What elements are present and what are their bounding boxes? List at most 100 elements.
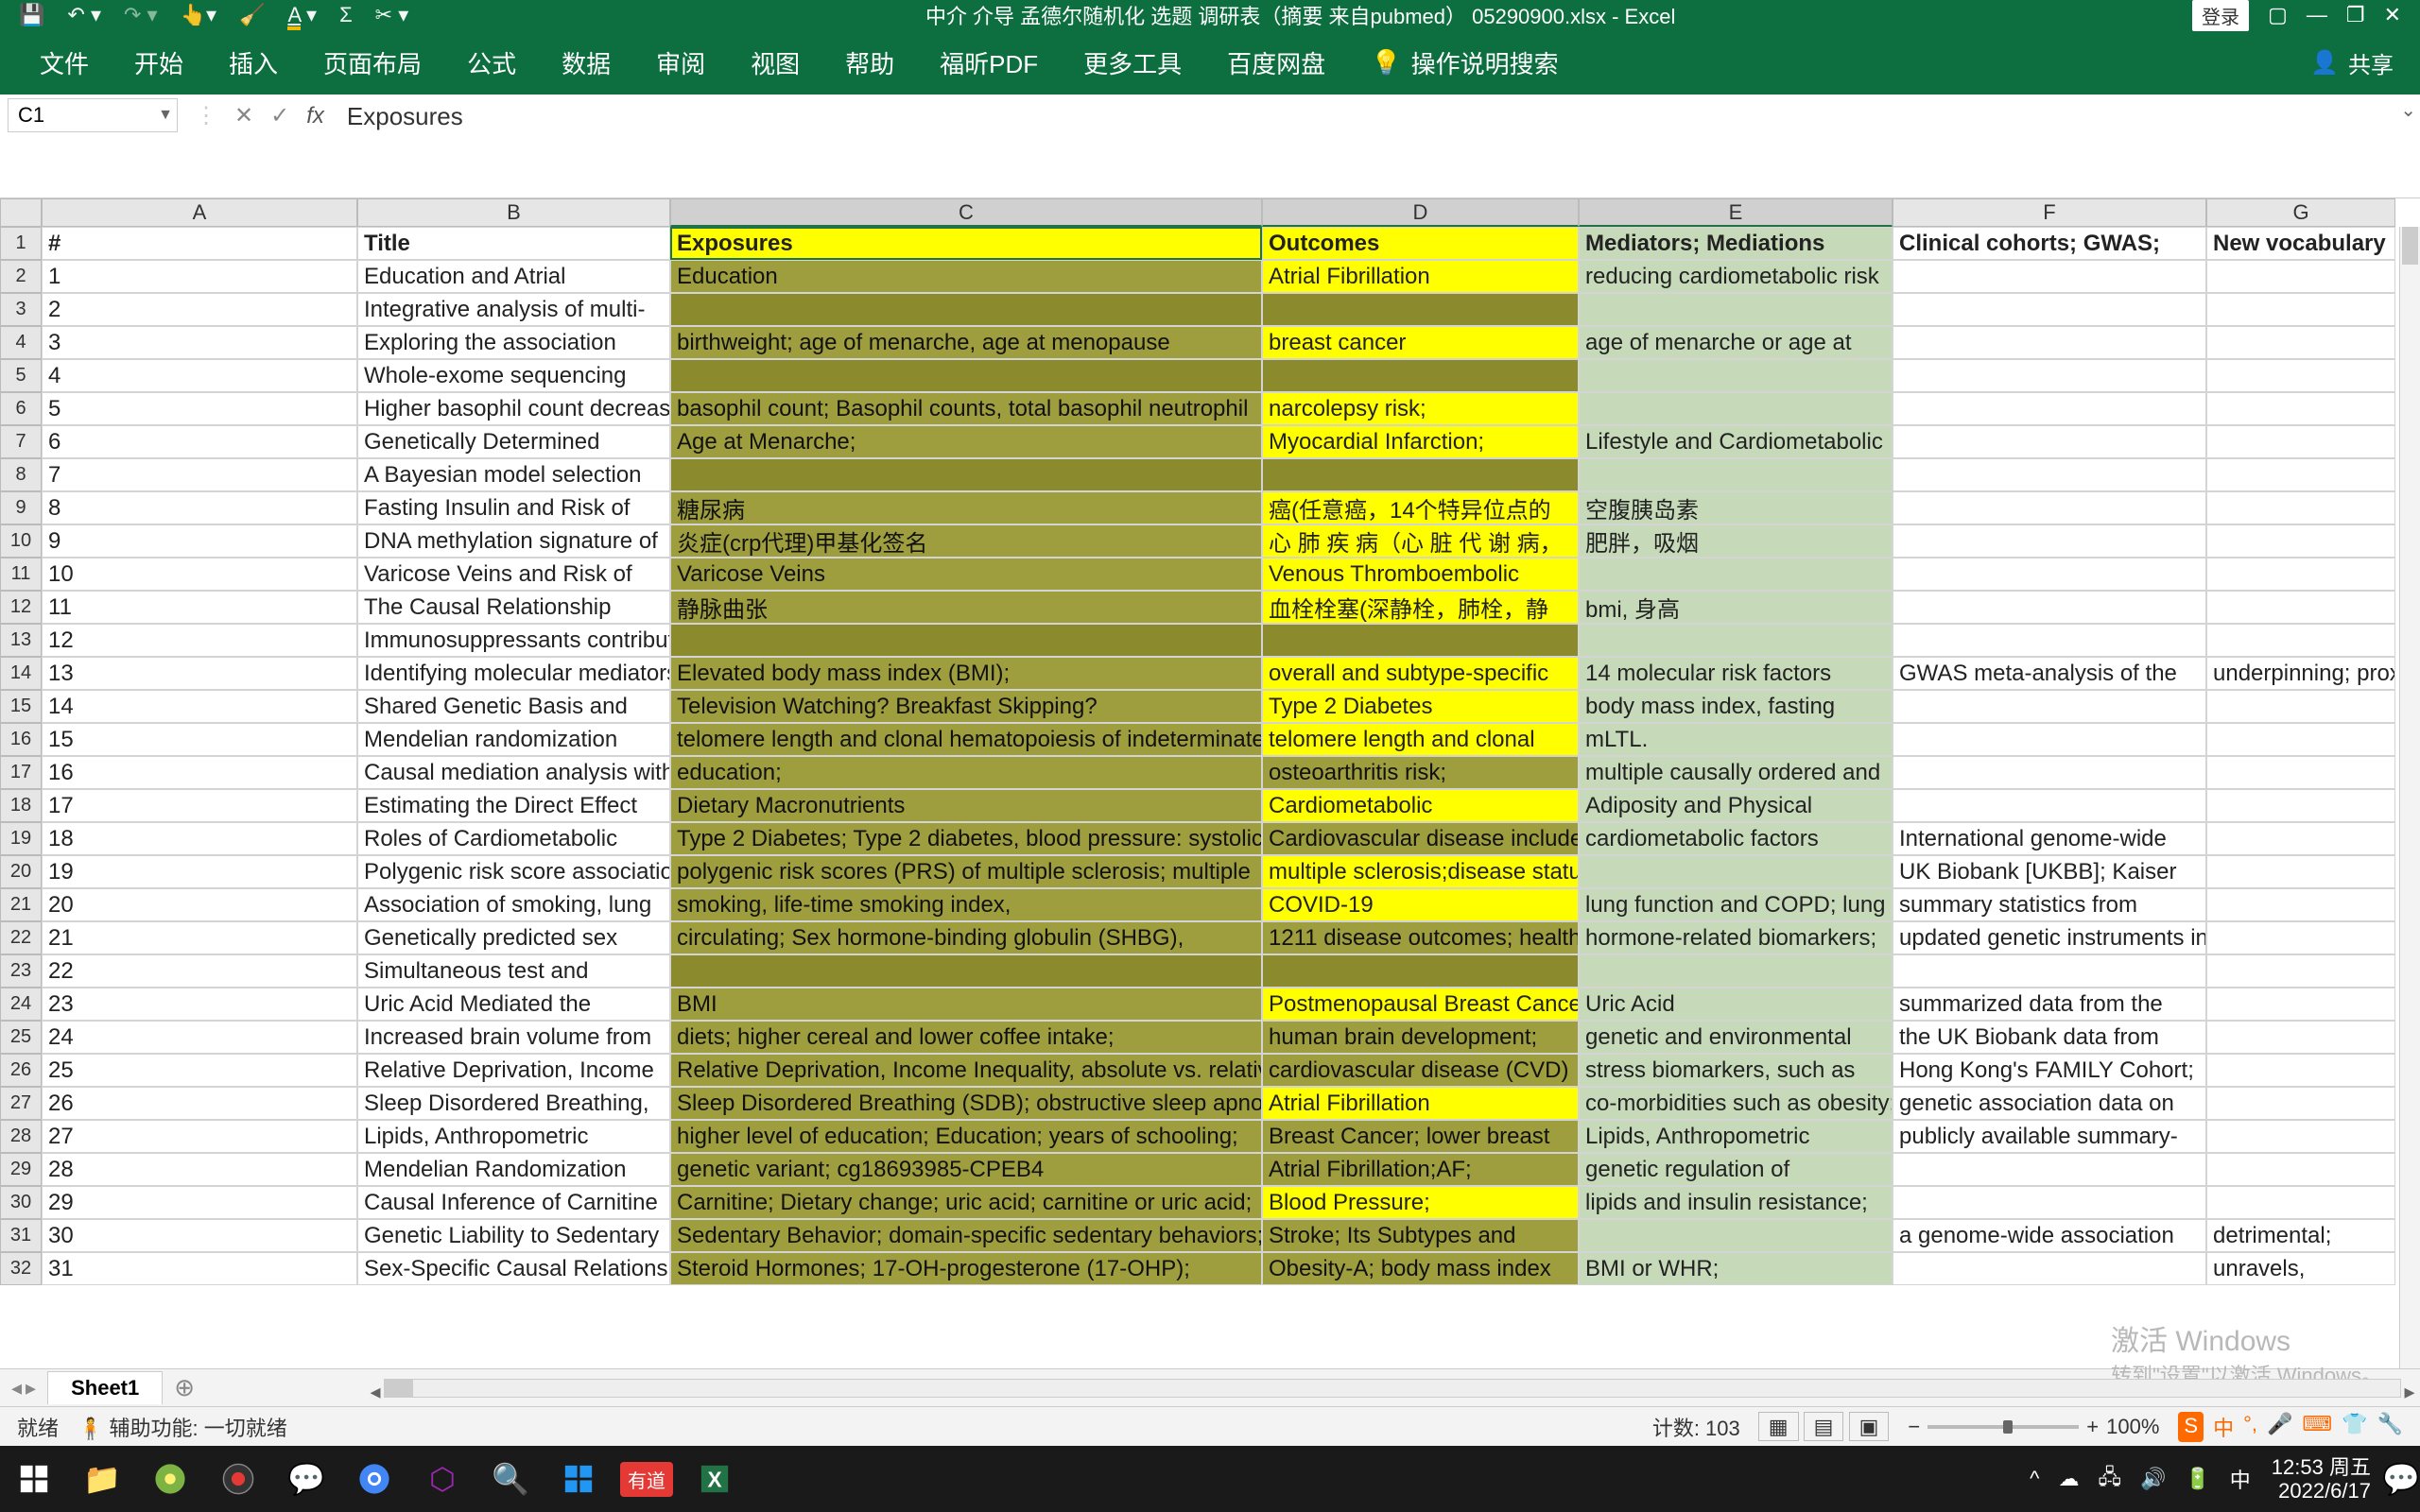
row-head-13[interactable]: 13: [0, 624, 42, 657]
cell-A26[interactable]: 25: [42, 1054, 357, 1087]
cell-G14[interactable]: underpinning; prox: [2206, 657, 2395, 690]
worksheet-grid[interactable]: ABCDEFG1#TitleExposuresOutcomesMediators…: [0, 198, 2420, 1368]
save-icon[interactable]: 💾: [19, 3, 44, 27]
cell-A15[interactable]: 14: [42, 690, 357, 723]
cell-G25[interactable]: [2206, 1021, 2395, 1054]
cell-C23[interactable]: [670, 954, 1262, 988]
cell-E26[interactable]: stress biomarkers, such as: [1579, 1054, 1893, 1087]
cell-G11[interactable]: [2206, 558, 2395, 591]
cell-G27[interactable]: [2206, 1087, 2395, 1120]
cell-B20[interactable]: Polygenic risk score association: [357, 855, 670, 888]
cell-D26[interactable]: cardiovascular disease (CVD): [1262, 1054, 1579, 1087]
cell-G6[interactable]: [2206, 392, 2395, 425]
cell-D15[interactable]: Type 2 Diabetes: [1262, 690, 1579, 723]
tab-help[interactable]: 帮助: [822, 30, 917, 94]
cell-G12[interactable]: [2206, 591, 2395, 624]
col-head-A[interactable]: A: [42, 198, 357, 227]
cell-B26[interactable]: Relative Deprivation, Income: [357, 1054, 670, 1087]
row-head-9[interactable]: 9: [0, 491, 42, 524]
cell-B24[interactable]: Uric Acid Mediated the: [357, 988, 670, 1021]
cell-F30[interactable]: [1893, 1186, 2206, 1219]
sheet-first-icon[interactable]: ◂: [11, 1376, 22, 1400]
cell-A11[interactable]: 10: [42, 558, 357, 591]
view-break-icon[interactable]: ▣: [1849, 1412, 1890, 1441]
cell-E31[interactable]: [1579, 1219, 1893, 1252]
cell-D31[interactable]: Stroke; Its Subtypes and: [1262, 1219, 1579, 1252]
cell-A30[interactable]: 29: [42, 1186, 357, 1219]
cell-A12[interactable]: 11: [42, 591, 357, 624]
row-head-12[interactable]: 12: [0, 591, 42, 624]
cell-G17[interactable]: [2206, 756, 2395, 789]
row-head-6[interactable]: 6: [0, 392, 42, 425]
cell-A23[interactable]: 22: [42, 954, 357, 988]
cell-C7[interactable]: Age at Menarche;: [670, 425, 1262, 458]
row-head-27[interactable]: 27: [0, 1087, 42, 1120]
cell-G23[interactable]: [2206, 954, 2395, 988]
taskbar-clock[interactable]: 12:53 周五 2022/6/17: [2260, 1455, 2382, 1503]
ime-icon[interactable]: 中: [2230, 1464, 2251, 1494]
cell-F19[interactable]: International genome-wide: [1893, 822, 2206, 855]
cell-D3[interactable]: [1262, 293, 1579, 326]
ime-skin-icon[interactable]: 👕: [2342, 1412, 2367, 1442]
cell-D30[interactable]: Blood Pressure;: [1262, 1186, 1579, 1219]
cell-F24[interactable]: summarized data from the: [1893, 988, 2206, 1021]
cell-B23[interactable]: Simultaneous test and: [357, 954, 670, 988]
cell-B8[interactable]: A Bayesian model selection: [357, 458, 670, 491]
cell-F17[interactable]: [1893, 756, 2206, 789]
tab-foxit[interactable]: 福昕PDF: [917, 30, 1061, 94]
col-head-C[interactable]: C: [670, 198, 1262, 227]
cell-B25[interactable]: Increased brain volume from: [357, 1021, 670, 1054]
cell-G31[interactable]: detrimental;: [2206, 1219, 2395, 1252]
cell-B10[interactable]: DNA methylation signature of: [357, 524, 670, 558]
vertical-scrollbar[interactable]: [2399, 227, 2420, 1368]
cell-G18[interactable]: [2206, 789, 2395, 822]
cell-A18[interactable]: 17: [42, 789, 357, 822]
cell-E9[interactable]: 空腹胰岛素: [1579, 491, 1893, 524]
row-head-24[interactable]: 24: [0, 988, 42, 1021]
row-head-32[interactable]: 32: [0, 1252, 42, 1285]
tab-formulas[interactable]: 公式: [444, 30, 539, 94]
tab-insert[interactable]: 插入: [206, 30, 301, 94]
cell-C17[interactable]: education;: [670, 756, 1262, 789]
cell-E25[interactable]: genetic and environmental: [1579, 1021, 1893, 1054]
cell-C10[interactable]: 炎症(crp代理)甲基化签名: [670, 524, 1262, 558]
cell-B28[interactable]: Lipids, Anthropometric: [357, 1120, 670, 1153]
row-head-8[interactable]: 8: [0, 458, 42, 491]
cell-E28[interactable]: Lipids, Anthropometric: [1579, 1120, 1893, 1153]
cell-C20[interactable]: polygenic risk scores (PRS) of multiple …: [670, 855, 1262, 888]
ime-lang[interactable]: 中: [2213, 1412, 2234, 1442]
cell-F1[interactable]: Clinical cohorts; GWAS;: [1893, 227, 2206, 260]
col-head-B[interactable]: B: [357, 198, 670, 227]
record-icon[interactable]: [204, 1446, 272, 1512]
cell-G16[interactable]: [2206, 723, 2395, 756]
formula-expand-icon[interactable]: ⌄: [2400, 98, 2416, 122]
cell-C21[interactable]: smoking, life-time smoking index,: [670, 888, 1262, 921]
col-head-E[interactable]: E: [1579, 198, 1893, 227]
cell-G32[interactable]: unravels,: [2206, 1252, 2395, 1285]
cell-F32[interactable]: [1893, 1252, 2206, 1285]
cell-D32[interactable]: Obesity-A; body mass index: [1262, 1252, 1579, 1285]
login-button[interactable]: 登录: [2192, 0, 2249, 31]
row-head-20[interactable]: 20: [0, 855, 42, 888]
select-all-corner[interactable]: [0, 198, 42, 227]
cell-E10[interactable]: 肥胖，吸烟: [1579, 524, 1893, 558]
cell-G19[interactable]: [2206, 822, 2395, 855]
sheet-last-icon[interactable]: ▸: [26, 1376, 36, 1400]
cell-B30[interactable]: Causal Inference of Carnitine: [357, 1186, 670, 1219]
cell-A7[interactable]: 6: [42, 425, 357, 458]
cell-E21[interactable]: lung function and COPD; lung: [1579, 888, 1893, 921]
cell-E23[interactable]: [1579, 954, 1893, 988]
cell-D22[interactable]: 1211 disease outcomes; health: [1262, 921, 1579, 954]
cell-B6[interactable]: Higher basophil count decreases: [357, 392, 670, 425]
cell-F23[interactable]: [1893, 954, 2206, 988]
cell-B2[interactable]: Education and Atrial: [357, 260, 670, 293]
cell-G15[interactable]: [2206, 690, 2395, 723]
cell-B12[interactable]: The Causal Relationship: [357, 591, 670, 624]
ime-keyboard-icon[interactable]: ⌨: [2302, 1412, 2332, 1442]
autosum-icon[interactable]: Σ: [339, 3, 353, 27]
cell-G24[interactable]: [2206, 988, 2395, 1021]
cell-D5[interactable]: [1262, 359, 1579, 392]
cell-B14[interactable]: Identifying molecular mediators: [357, 657, 670, 690]
cell-A9[interactable]: 8: [42, 491, 357, 524]
cell-B11[interactable]: Varicose Veins and Risk of: [357, 558, 670, 591]
